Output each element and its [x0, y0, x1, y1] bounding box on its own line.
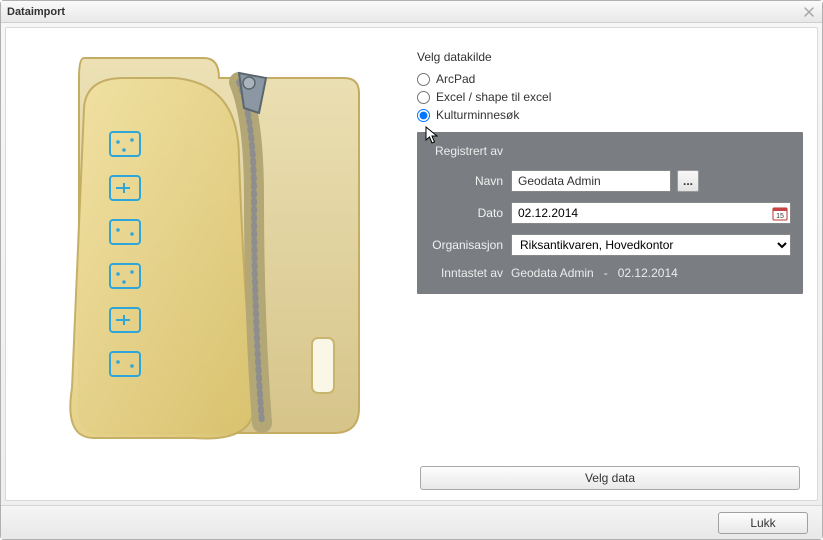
inntastet-label: Inntastet av	[429, 266, 511, 280]
folder-zip-icon	[44, 48, 384, 448]
right-pane: Velg datakilde ArcPad Excel / shape til …	[411, 38, 807, 490]
inntastet-user: Geodata Admin	[511, 266, 594, 280]
radio-excel-label: Excel / shape til excel	[436, 90, 551, 104]
close-icon[interactable]	[802, 5, 816, 19]
panel-title: Registrert av	[435, 144, 791, 158]
inntastet-date: 02.12.2014	[618, 266, 678, 280]
row-navn: Navn ...	[429, 170, 791, 192]
title-bar: Dataimport	[1, 1, 822, 23]
radio-arcpad[interactable]: ArcPad	[417, 70, 803, 88]
radio-arcpad-input[interactable]	[417, 73, 430, 86]
navn-browse-button[interactable]: ...	[677, 170, 699, 192]
radio-kulturminnesok-input[interactable]	[417, 109, 430, 122]
row-inntastet: Inntastet av Geodata Admin - 02.12.2014	[429, 266, 791, 280]
window-title: Dataimport	[7, 6, 65, 18]
radio-kulturminnesok[interactable]: Kulturminnesøk	[417, 106, 803, 124]
radio-excel-input[interactable]	[417, 91, 430, 104]
datasource-radio-group: ArcPad Excel / shape til excel Kulturmin…	[417, 70, 803, 124]
dialog-window: Dataimport	[0, 0, 823, 540]
row-organisasjon: Organisasjon Riksantikvaren, Hovedkontor	[429, 234, 791, 256]
dato-label: Dato	[429, 206, 511, 220]
registrert-panel: Registrert av Navn ... Dato	[417, 132, 803, 294]
navn-label: Navn	[429, 174, 511, 188]
left-pane	[16, 38, 411, 490]
radio-kulturminnesok-label: Kulturminnesøk	[436, 108, 519, 122]
cursor-icon	[425, 126, 439, 144]
svg-text:15: 15	[776, 213, 784, 220]
datasource-label: Velg datakilde	[417, 50, 803, 64]
lukk-button[interactable]: Lukk	[718, 512, 808, 534]
velg-data-button[interactable]: Velg data	[420, 466, 800, 490]
radio-arcpad-label: ArcPad	[436, 72, 475, 86]
footer-bar: Lukk	[1, 505, 822, 539]
dato-field[interactable]: 15	[511, 202, 791, 224]
dato-input[interactable]	[518, 206, 772, 220]
inntastet-sep: -	[604, 266, 608, 280]
radio-excel[interactable]: Excel / shape til excel	[417, 88, 803, 106]
navn-input[interactable]	[511, 170, 671, 192]
organisasjon-label: Organisasjon	[429, 238, 511, 252]
content-area: Velg datakilde ArcPad Excel / shape til …	[5, 27, 818, 501]
velg-data-row: Velg data	[417, 466, 803, 490]
calendar-icon[interactable]: 15	[772, 205, 788, 221]
organisasjon-select[interactable]: Riksantikvaren, Hovedkontor	[511, 234, 791, 256]
row-dato: Dato 15	[429, 202, 791, 224]
